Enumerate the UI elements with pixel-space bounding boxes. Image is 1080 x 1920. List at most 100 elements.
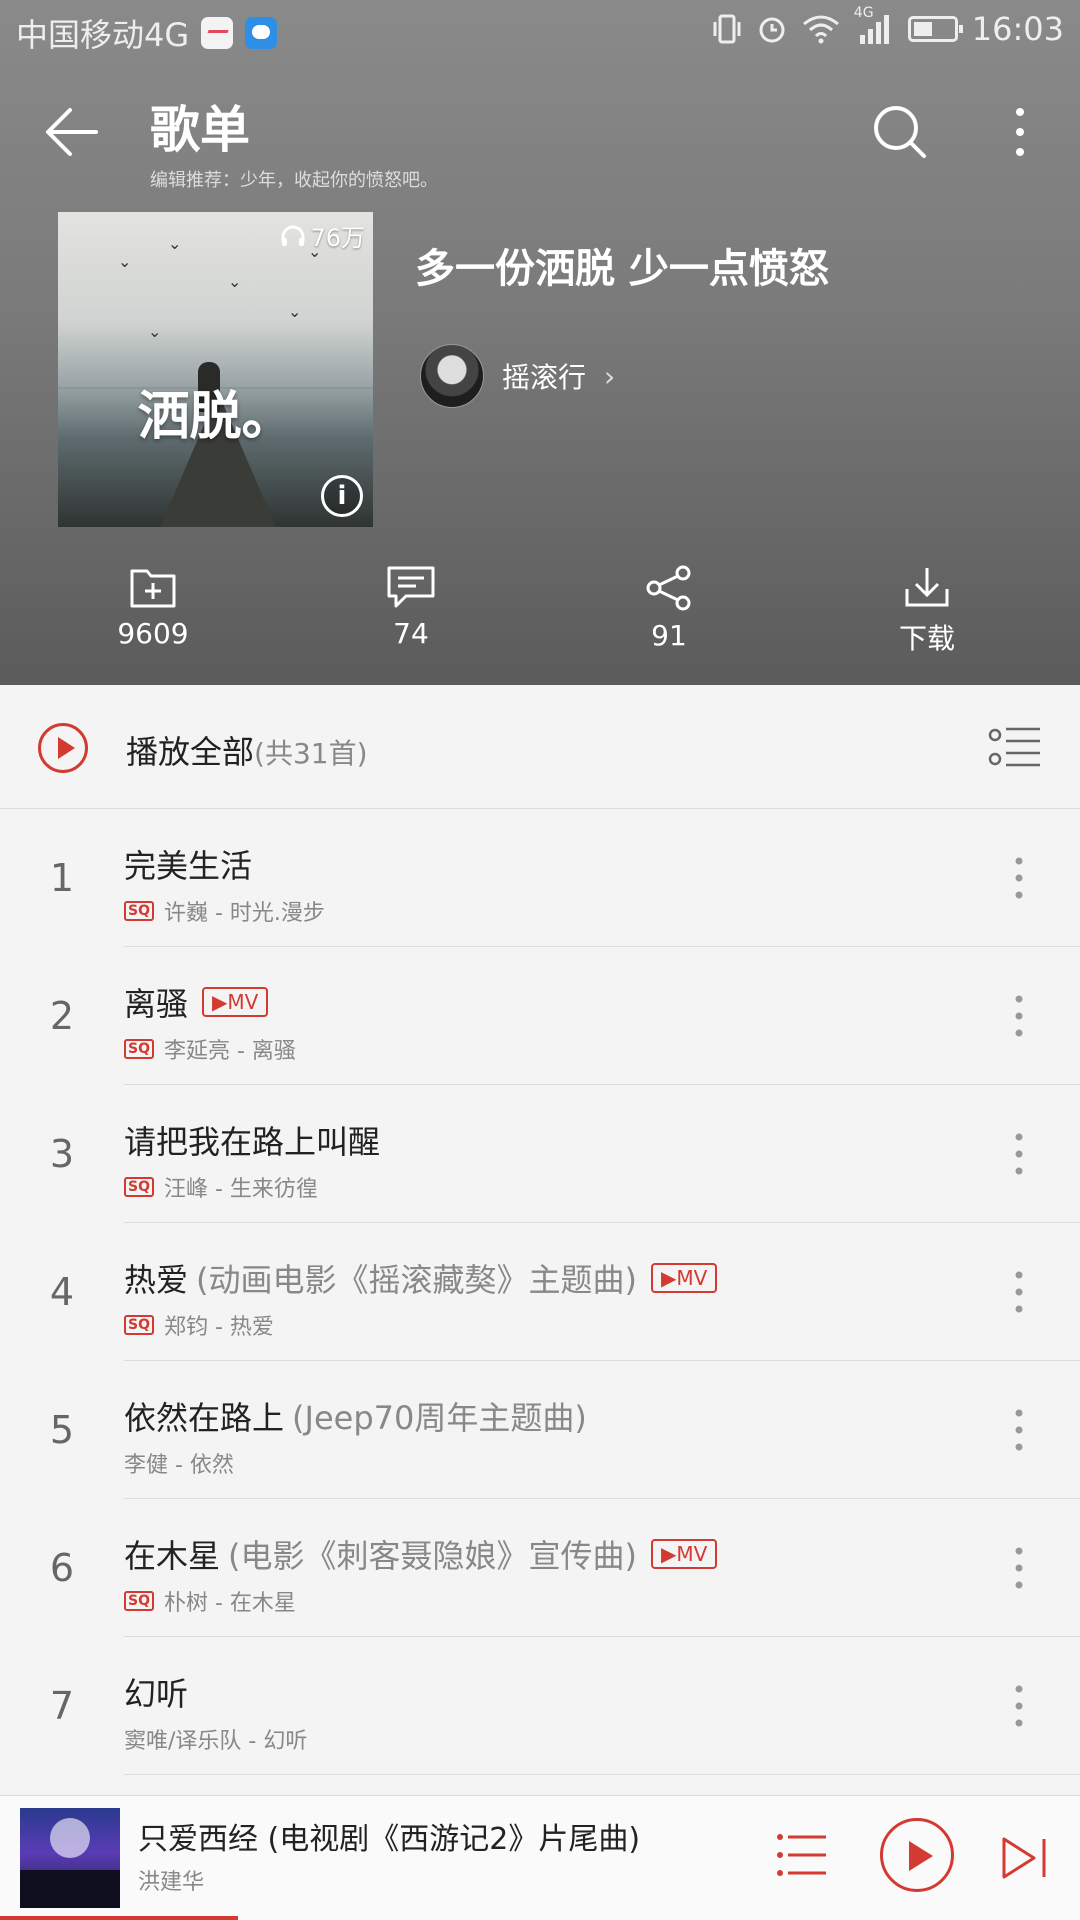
back-arrow-icon[interactable] — [40, 102, 100, 162]
song-more-icon[interactable] — [1004, 1681, 1034, 1731]
bird-icon: ⌄ — [118, 252, 132, 271]
cover-stage-light — [50, 1818, 90, 1858]
song-title: 幻听 — [124, 1675, 189, 1713]
song-index: 7 — [49, 1684, 75, 1728]
song-note: (电影《刺客聂隐娘》宣传曲) — [228, 1537, 637, 1575]
song-sub-row: 窦唯/译乐队 - 幻听 — [124, 1723, 307, 1755]
song-more-icon[interactable] — [1004, 991, 1034, 1041]
cover-crowd — [20, 1870, 120, 1908]
collect-count: 9609 — [117, 617, 189, 650]
song-note: (Jeep70周年主题曲) — [292, 1399, 587, 1437]
mv-badge[interactable]: ▶MV — [202, 987, 269, 1017]
creator-link[interactable]: 摇滚行 › — [420, 344, 615, 408]
battery-icon — [907, 16, 963, 42]
creator-name[interactable]: 摇滚行 — [502, 356, 586, 396]
creator-avatar[interactable] — [420, 344, 484, 408]
now-playing-title: 只爱西经 (电视剧《西游记2》片尾曲) — [138, 1822, 641, 1857]
song-index: 1 — [49, 856, 75, 900]
action-bar: 9609 74 91 下载 — [0, 565, 1080, 665]
bird-icon: ⌄ — [148, 322, 162, 341]
download-label: 下载 — [898, 622, 955, 655]
song-index: 3 — [49, 1132, 75, 1176]
song-row[interactable]: 6 在木星 (电影《刺客聂隐娘》宣传曲) ▶MV SQ 朴树 - 在木星 — [0, 1499, 1080, 1637]
song-sub-row: SQ 许巍 - 时光.漫步 — [124, 895, 325, 927]
song-row[interactable]: 5 依然在路上 (Jeep70周年主题曲) 李健 - 依然 — [0, 1361, 1080, 1499]
play-count-value: 76万 — [310, 224, 365, 252]
status-right: 4G 16:03 — [712, 5, 1064, 48]
play-circle-icon[interactable] — [38, 723, 88, 773]
song-title-row: 幻听 — [124, 1669, 188, 1715]
song-sub-row: SQ 李延亮 - 离骚 — [124, 1033, 296, 1065]
play-all-row[interactable]: 播放全部(共31首) — [0, 685, 1080, 809]
now-playing-cover[interactable] — [20, 1808, 120, 1908]
song-sub-row: 李健 - 依然 — [124, 1447, 234, 1479]
alarm-icon — [759, 17, 785, 43]
play-pause-button[interactable] — [880, 1818, 954, 1892]
song-title: 完美生活 — [124, 847, 253, 885]
song-index: 2 — [49, 994, 75, 1038]
bird-icon: ⌄ — [288, 302, 302, 321]
title-block: 歌单 编辑推荐：少年，收起你的愤怒吧。 — [150, 90, 438, 192]
info-icon[interactable]: i — [321, 475, 363, 517]
song-title-row: 依然在路上 (Jeep70周年主题曲) — [124, 1393, 587, 1439]
song-more-icon[interactable] — [1004, 853, 1034, 903]
comment-button[interactable]: 74 — [282, 565, 540, 665]
playback-progress — [0, 1916, 238, 1920]
song-row[interactable]: 3 请把我在路上叫醒 SQ 汪峰 - 生来彷徨 — [0, 1085, 1080, 1223]
download-button[interactable]: 下载 — [798, 565, 1056, 665]
song-row[interactable]: 4 热爱 (动画电影《摇滚藏獒》主题曲) ▶MV SQ 郑钧 - 热爱 — [0, 1223, 1080, 1361]
song-index: 5 — [49, 1408, 75, 1452]
song-list: 播放全部(共31首) 1 完美生活 SQ 许巍 - 时光.漫步 2 离骚 ▶MV SQ 李延亮 … — [0, 685, 1080, 1795]
share-button[interactable]: 91 — [540, 565, 798, 665]
editor-recommendation: 编辑推荐：少年，收起你的愤怒吧。 — [150, 170, 438, 191]
chevron-right-icon: › — [604, 359, 616, 393]
message-app-icon — [245, 17, 278, 49]
mini-player[interactable]: 只爱西经 (电视剧《西游记2》片尾曲) 洪建华 — [0, 1795, 1080, 1920]
play-count: 76万 — [280, 218, 365, 253]
song-sub-row: SQ 郑钧 - 热爱 — [124, 1309, 274, 1341]
song-more-icon[interactable] — [1004, 1129, 1034, 1179]
comment-icon — [387, 566, 435, 608]
headphones-icon — [281, 225, 305, 246]
playlist-cover[interactable]: ⌄ ⌄ ⌄ ⌄ ⌄ ⌄ 洒脱。 76万 i — [58, 212, 373, 527]
play-all-label[interactable]: 播放全部(共31首) — [126, 727, 368, 773]
mv-badge[interactable]: ▶MV — [651, 1539, 718, 1569]
vibrate-icon — [713, 14, 741, 44]
multi-select-icon[interactable] — [988, 725, 1042, 769]
collect-button[interactable]: 9609 — [24, 565, 282, 665]
sq-badge: SQ — [124, 1177, 154, 1197]
song-title: 依然在路上 — [124, 1399, 285, 1437]
mv-badge[interactable]: ▶MV — [651, 1263, 718, 1293]
song-more-icon[interactable] — [1004, 1267, 1034, 1317]
song-row[interactable]: 7 幻听窦唯/译乐队 - 幻听 — [0, 1637, 1080, 1775]
play-all-text: 播放全部 — [126, 733, 255, 771]
carrier-label: 中国移动4G — [16, 16, 190, 54]
more-vertical-icon[interactable] — [1000, 102, 1040, 162]
song-row[interactable]: 1 完美生活 SQ 许巍 - 时光.漫步 — [0, 809, 1080, 947]
sq-badge: SQ — [124, 901, 154, 921]
health-app-icon — [201, 17, 234, 49]
song-title-row: 在木星 (电影《刺客聂隐娘》宣传曲) ▶MV — [124, 1531, 718, 1577]
song-title: 请把我在路上叫醒 — [124, 1123, 381, 1161]
sq-badge: SQ — [124, 1591, 154, 1611]
queue-icon[interactable] — [776, 1832, 828, 1878]
song-note: (动画电影《摇滚藏獒》主题曲) — [196, 1261, 637, 1299]
song-artist-album: 李延亮 - 离骚 — [163, 1039, 296, 1064]
search-icon[interactable] — [870, 102, 930, 162]
add-folder-icon — [130, 569, 176, 608]
clock: 16:03 — [971, 10, 1064, 48]
song-more-icon[interactable] — [1004, 1405, 1034, 1455]
share-icon — [646, 565, 691, 611]
song-index: 4 — [49, 1270, 75, 1314]
playlist-header: 中国移动4G 4G 16:03 歌单 编辑推荐：少年，收起你的愤怒吧。 ⌄ ⌄ … — [0, 0, 1080, 685]
song-row[interactable]: 2 离骚 ▶MV SQ 李延亮 - 离骚 — [0, 947, 1080, 1085]
cover-title-text: 洒脱。 — [137, 387, 294, 447]
sq-badge: SQ — [124, 1315, 154, 1335]
song-more-icon[interactable] — [1004, 1543, 1034, 1593]
page-title: 歌单 — [150, 101, 250, 159]
song-title-row: 请把我在路上叫醒 — [124, 1117, 380, 1163]
wifi-icon — [802, 15, 839, 44]
song-artist-album: 汪峰 - 生来彷徨 — [163, 1177, 318, 1202]
next-track-icon[interactable] — [1000, 1836, 1050, 1880]
share-count: 91 — [651, 619, 687, 652]
